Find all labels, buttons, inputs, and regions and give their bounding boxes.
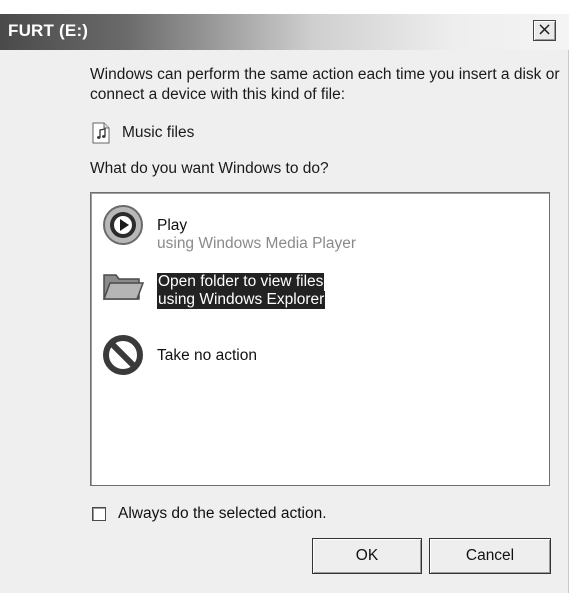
action-play-text: Play using Windows Media Player — [157, 203, 356, 253]
action-open-folder-subtitle: using Windows Explorer — [157, 291, 326, 309]
always-do-checkbox[interactable] — [92, 507, 106, 521]
close-button[interactable]: × — [533, 20, 556, 41]
action-play[interactable]: Play using Windows Media Player — [101, 203, 356, 253]
cancel-button[interactable]: Cancel — [429, 538, 551, 574]
close-icon: × — [536, 19, 553, 40]
file-type-row: Music files — [92, 122, 194, 144]
music-file-icon — [92, 122, 110, 144]
action-open-folder[interactable]: Open folder to view files using Windows … — [101, 263, 326, 309]
title-bar[interactable]: FURT (E:) × — [0, 14, 569, 50]
top-margin — [0, 0, 569, 14]
window-title: FURT (E:) — [8, 21, 89, 40]
intro-text: Windows can perform the same action each… — [90, 66, 560, 103]
action-take-no-action-text: Take no action — [157, 333, 257, 365]
file-type-label: Music files — [122, 124, 195, 141]
always-do-checkbox-row[interactable]: Always do the selected action. — [92, 505, 327, 523]
folder-icon — [102, 274, 145, 300]
always-do-label[interactable]: Always do the selected action. — [118, 505, 327, 523]
action-list[interactable]: Play using Windows Media Player Open fol… — [90, 192, 550, 486]
question-text: What do you want Windows to do? — [90, 160, 329, 177]
play-icon — [103, 205, 143, 245]
action-play-subtitle: using Windows Media Player — [157, 235, 357, 252]
action-take-no-action[interactable]: Take no action — [101, 333, 257, 377]
action-open-folder-text: Open folder to view files using Windows … — [157, 263, 326, 309]
no-action-icon — [103, 335, 143, 375]
ok-button[interactable]: OK — [312, 538, 422, 574]
action-open-folder-title: Open folder to view files — [157, 273, 325, 291]
action-take-no-action-title: Take no action — [157, 347, 257, 364]
action-play-title: Play — [157, 217, 188, 234]
autoplay-dialog: FURT (E:) × Windows can perform the same… — [0, 0, 569, 593]
